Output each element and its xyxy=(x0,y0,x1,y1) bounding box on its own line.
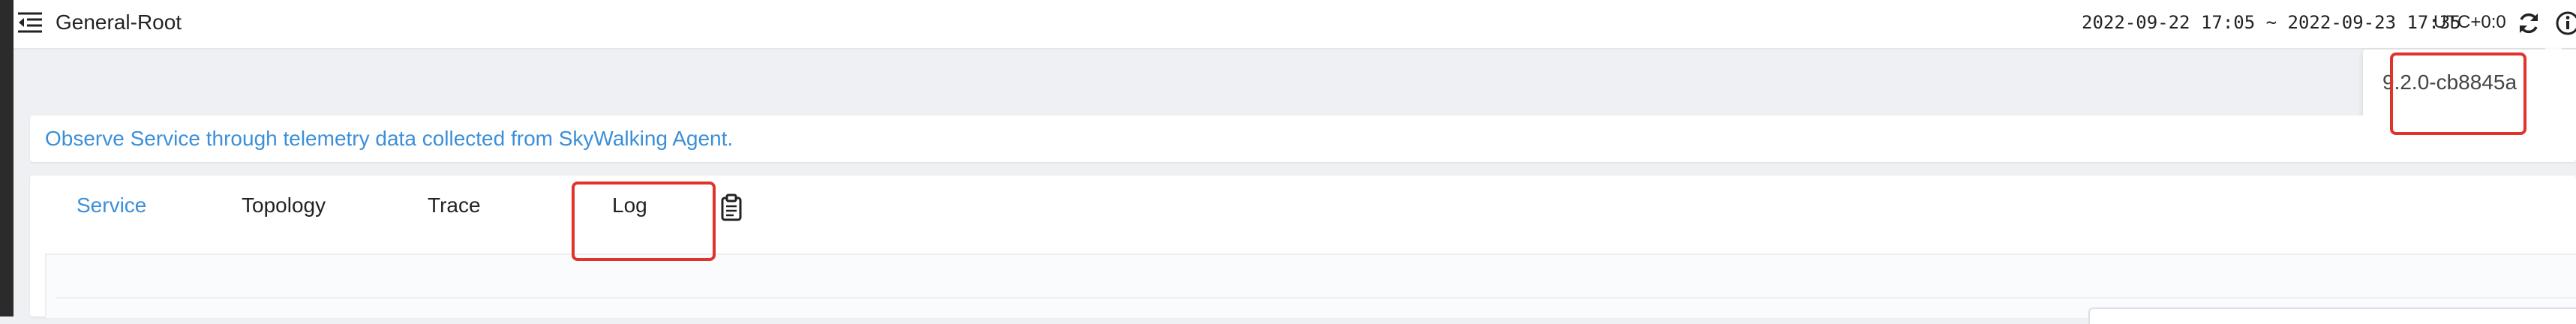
dashboard-content-card xyxy=(45,254,2576,324)
layer-tabs-panel: Service Topology Trace Log xyxy=(30,176,2576,324)
content-toolbar-field[interactable] xyxy=(2088,308,2576,324)
content-divider xyxy=(56,297,2576,298)
tab-service[interactable]: Service xyxy=(77,192,146,219)
highlight-box-version xyxy=(2390,52,2526,135)
page-title: General-Root xyxy=(56,10,182,34)
info-icon[interactable] xyxy=(2555,10,2576,36)
highlight-box-log-tab xyxy=(572,182,716,261)
menu-toggle-icon[interactable] xyxy=(17,9,44,36)
refresh-icon[interactable] xyxy=(2516,10,2541,36)
popover-arrow xyxy=(2544,40,2562,50)
time-range-display[interactable]: 2022-09-22 17:05 ~ 2022-09-23 17:35 xyxy=(2082,10,2461,34)
timezone-label: UTC+0:0 xyxy=(2433,12,2506,32)
clipboard-icon[interactable] xyxy=(719,194,744,222)
tab-trace[interactable]: Trace xyxy=(428,192,481,219)
description-text: Observe Service through telemetry data c… xyxy=(45,127,734,150)
sidebar-edge xyxy=(0,0,14,316)
tab-topology[interactable]: Topology xyxy=(242,192,326,219)
top-bar: General-Root 2022-09-22 17:05 ~ 2022-09-… xyxy=(14,0,2576,50)
description-banner: Observe Service through telemetry data c… xyxy=(30,116,2576,162)
